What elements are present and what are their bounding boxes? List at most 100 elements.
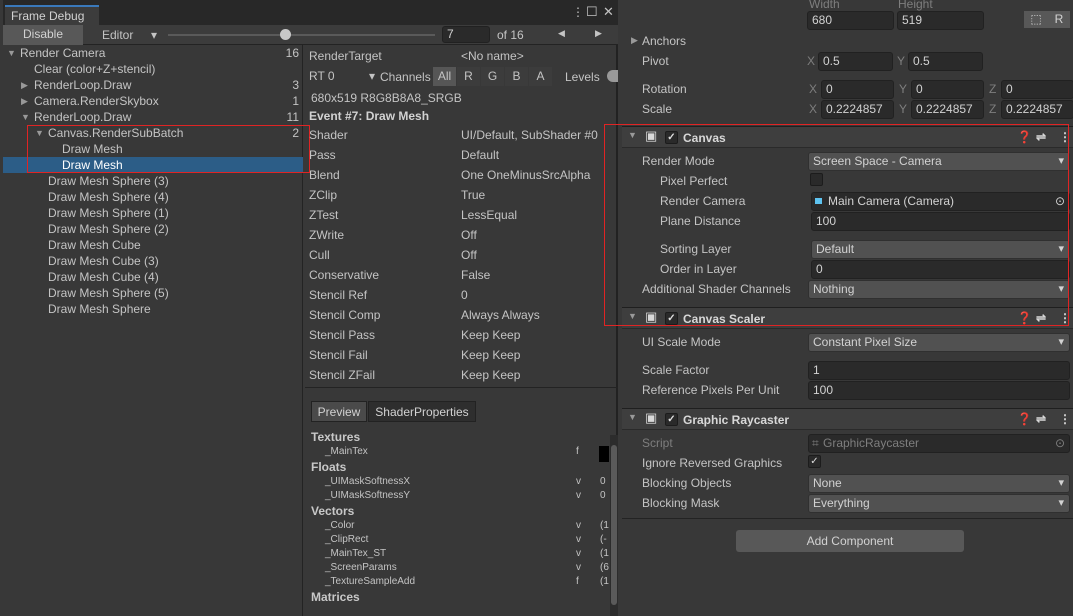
blocking-objects-dropdown[interactable]: None	[808, 474, 1070, 493]
channel-b-button[interactable]: B	[505, 67, 528, 86]
enabled-checkbox[interactable]: ✓	[665, 413, 678, 426]
tree-row[interactable]: ▶ Camera.RenderSkybox 1	[3, 93, 303, 109]
scale-z-input[interactable]: 0.2224857	[1001, 100, 1073, 119]
expanded-arrow-icon[interactable]: ▼	[7, 45, 16, 61]
tree-row-count: 16	[285, 46, 299, 60]
graphic-raycaster-header[interactable]: ▼ ▣ ✓ Graphic Raycaster ❓ ⇌ ⋮	[622, 408, 1073, 430]
ignore-reversed-checkbox[interactable]: ✓	[808, 455, 821, 468]
tree-row[interactable]: Draw Mesh Sphere (2)	[3, 221, 303, 237]
prop-label: ZTest	[309, 208, 339, 222]
reference-ppu-input[interactable]: 100	[808, 381, 1070, 400]
scale-factor-input[interactable]: 1	[808, 361, 1070, 380]
rotation-x-input[interactable]: 0	[821, 80, 894, 99]
prev-event-button[interactable]: ◀	[558, 28, 565, 39]
raw-edit-button[interactable]: R	[1048, 11, 1070, 28]
pivot-y-input[interactable]: 0.5	[908, 52, 983, 71]
prop-value: UI/Default, SubShader #0	[461, 128, 598, 142]
tree-row[interactable]: ▼ Render Camera 16	[3, 45, 303, 61]
event-index-input[interactable]: 7	[442, 26, 490, 43]
more-icon[interactable]: ⋮	[1059, 412, 1071, 426]
collapsed-arrow-icon[interactable]: ▶	[631, 35, 638, 46]
width-label: Width	[809, 0, 840, 11]
toolbar: Disable Editor ▾ 7 of 16 ◀ ▶	[3, 25, 618, 45]
tree-row-label: Draw Mesh Sphere (5)	[48, 286, 169, 300]
width-input[interactable]: 680	[807, 11, 894, 30]
blueprint-button[interactable]: ⬚	[1024, 11, 1048, 28]
scale-y-input[interactable]: 0.2224857	[911, 100, 984, 119]
next-event-button[interactable]: ▶	[595, 28, 602, 39]
section-heading: Vectors	[311, 504, 355, 518]
expanded-arrow-icon[interactable]: ▼	[628, 412, 637, 422]
texture-thumbnail[interactable]	[599, 446, 609, 462]
shader-prop-value: (-	[600, 534, 607, 545]
rotation-y-input[interactable]: 0	[911, 80, 984, 99]
event-slider[interactable]	[168, 34, 435, 36]
collapsed-arrow-icon[interactable]: ▶	[21, 77, 28, 93]
more-icon[interactable]: ⋮	[572, 5, 584, 19]
shader-prop-type: v	[576, 520, 581, 531]
collapsed-arrow-icon[interactable]: ▶	[21, 93, 28, 109]
expanded-arrow-icon[interactable]: ▼	[21, 109, 30, 125]
axis-label: Y	[899, 82, 908, 96]
tree-row[interactable]: Draw Mesh Cube (4)	[3, 269, 303, 285]
levels-slider[interactable]	[607, 70, 618, 82]
rt-dropdown[interactable]: RT 0 ▾	[307, 67, 377, 86]
script-field[interactable]: ⌗ GraphicRaycaster ⊙	[808, 434, 1070, 453]
target-dropdown[interactable]: Editor ▾	[87, 25, 163, 45]
disable-button[interactable]: Disable	[3, 25, 83, 45]
rotation-z-input[interactable]: 0	[1001, 80, 1073, 99]
tree-row[interactable]: Draw Mesh Cube (3)	[3, 253, 303, 269]
axis-label: X	[809, 82, 818, 96]
channel-all-button[interactable]: All	[433, 67, 456, 86]
help-icon[interactable]: ❓	[1017, 412, 1032, 426]
section-heading: Floats	[311, 460, 347, 474]
tree-row[interactable]: Draw Mesh Cube	[3, 237, 303, 253]
highlight-box	[27, 125, 310, 173]
preset-icon[interactable]: ⇌	[1036, 412, 1046, 426]
channel-r-button[interactable]: R	[457, 67, 480, 86]
script-value: GraphicRaycaster	[823, 436, 920, 450]
blocking-mask-dropdown[interactable]: Everything	[808, 494, 1070, 513]
tree-row[interactable]: Clear (color+Z+stencil)	[3, 61, 303, 77]
scale-x-input[interactable]: 0.2224857	[821, 100, 894, 119]
tree-row[interactable]: Draw Mesh Sphere (1)	[3, 205, 303, 221]
tree-row[interactable]: Draw Mesh Sphere (5)	[3, 285, 303, 301]
shader-prop-name: _ClipRect	[325, 534, 369, 545]
field-label: Scale Factor	[642, 363, 710, 377]
tree-row-label: Draw Mesh Sphere	[48, 302, 151, 316]
shader-prop-name: _MainTex_ST	[325, 548, 387, 559]
maximize-icon[interactable]: ☐	[586, 4, 598, 20]
tree-row[interactable]: Draw Mesh Sphere (3)	[3, 173, 303, 189]
tree-row[interactable]: ▶ RenderLoop.Draw 3	[3, 77, 303, 93]
slider-handle[interactable]	[279, 29, 291, 40]
prop-label: Stencil Ref	[309, 288, 368, 302]
tab-frame-debug[interactable]: Frame Debug	[5, 5, 99, 25]
axis-label: Z	[989, 102, 997, 116]
scrollbar-thumb[interactable]	[611, 445, 617, 605]
prop-label: Stencil Comp	[309, 308, 381, 322]
channel-g-button[interactable]: G	[481, 67, 504, 86]
height-input[interactable]: 519	[897, 11, 984, 30]
section-heading: Matrices	[311, 590, 360, 604]
shader-prop-type: v	[576, 534, 581, 545]
prop-label: Stencil ZFail	[309, 368, 376, 382]
axis-label: X	[807, 54, 816, 68]
shader-prop-type: f	[576, 446, 579, 457]
shader-prop-value: (1	[600, 520, 609, 531]
pivot-x-input[interactable]: 0.5	[818, 52, 893, 71]
tree-row-label: Draw Mesh Cube	[48, 238, 141, 252]
prop-value: False	[461, 268, 491, 282]
tab-shaderproperties[interactable]: ShaderProperties	[368, 401, 476, 422]
height-label: Height	[898, 0, 933, 11]
close-icon[interactable]: ✕	[603, 4, 614, 20]
add-component-button[interactable]: Add Component	[736, 530, 964, 552]
ui-scale-mode-dropdown[interactable]: Constant Pixel Size	[808, 333, 1070, 352]
prop-label: ZWrite	[309, 228, 345, 242]
channel-a-button[interactable]: A	[529, 67, 552, 86]
object-picker-icon[interactable]: ⊙	[1055, 435, 1065, 452]
tree-row[interactable]: Draw Mesh Sphere (4)	[3, 189, 303, 205]
prop-label: Stencil Fail	[309, 348, 368, 362]
tab-preview[interactable]: Preview	[311, 401, 367, 422]
tree-row[interactable]: ▼ RenderLoop.Draw 11	[3, 109, 303, 125]
tree-row[interactable]: Draw Mesh Sphere	[3, 301, 303, 317]
